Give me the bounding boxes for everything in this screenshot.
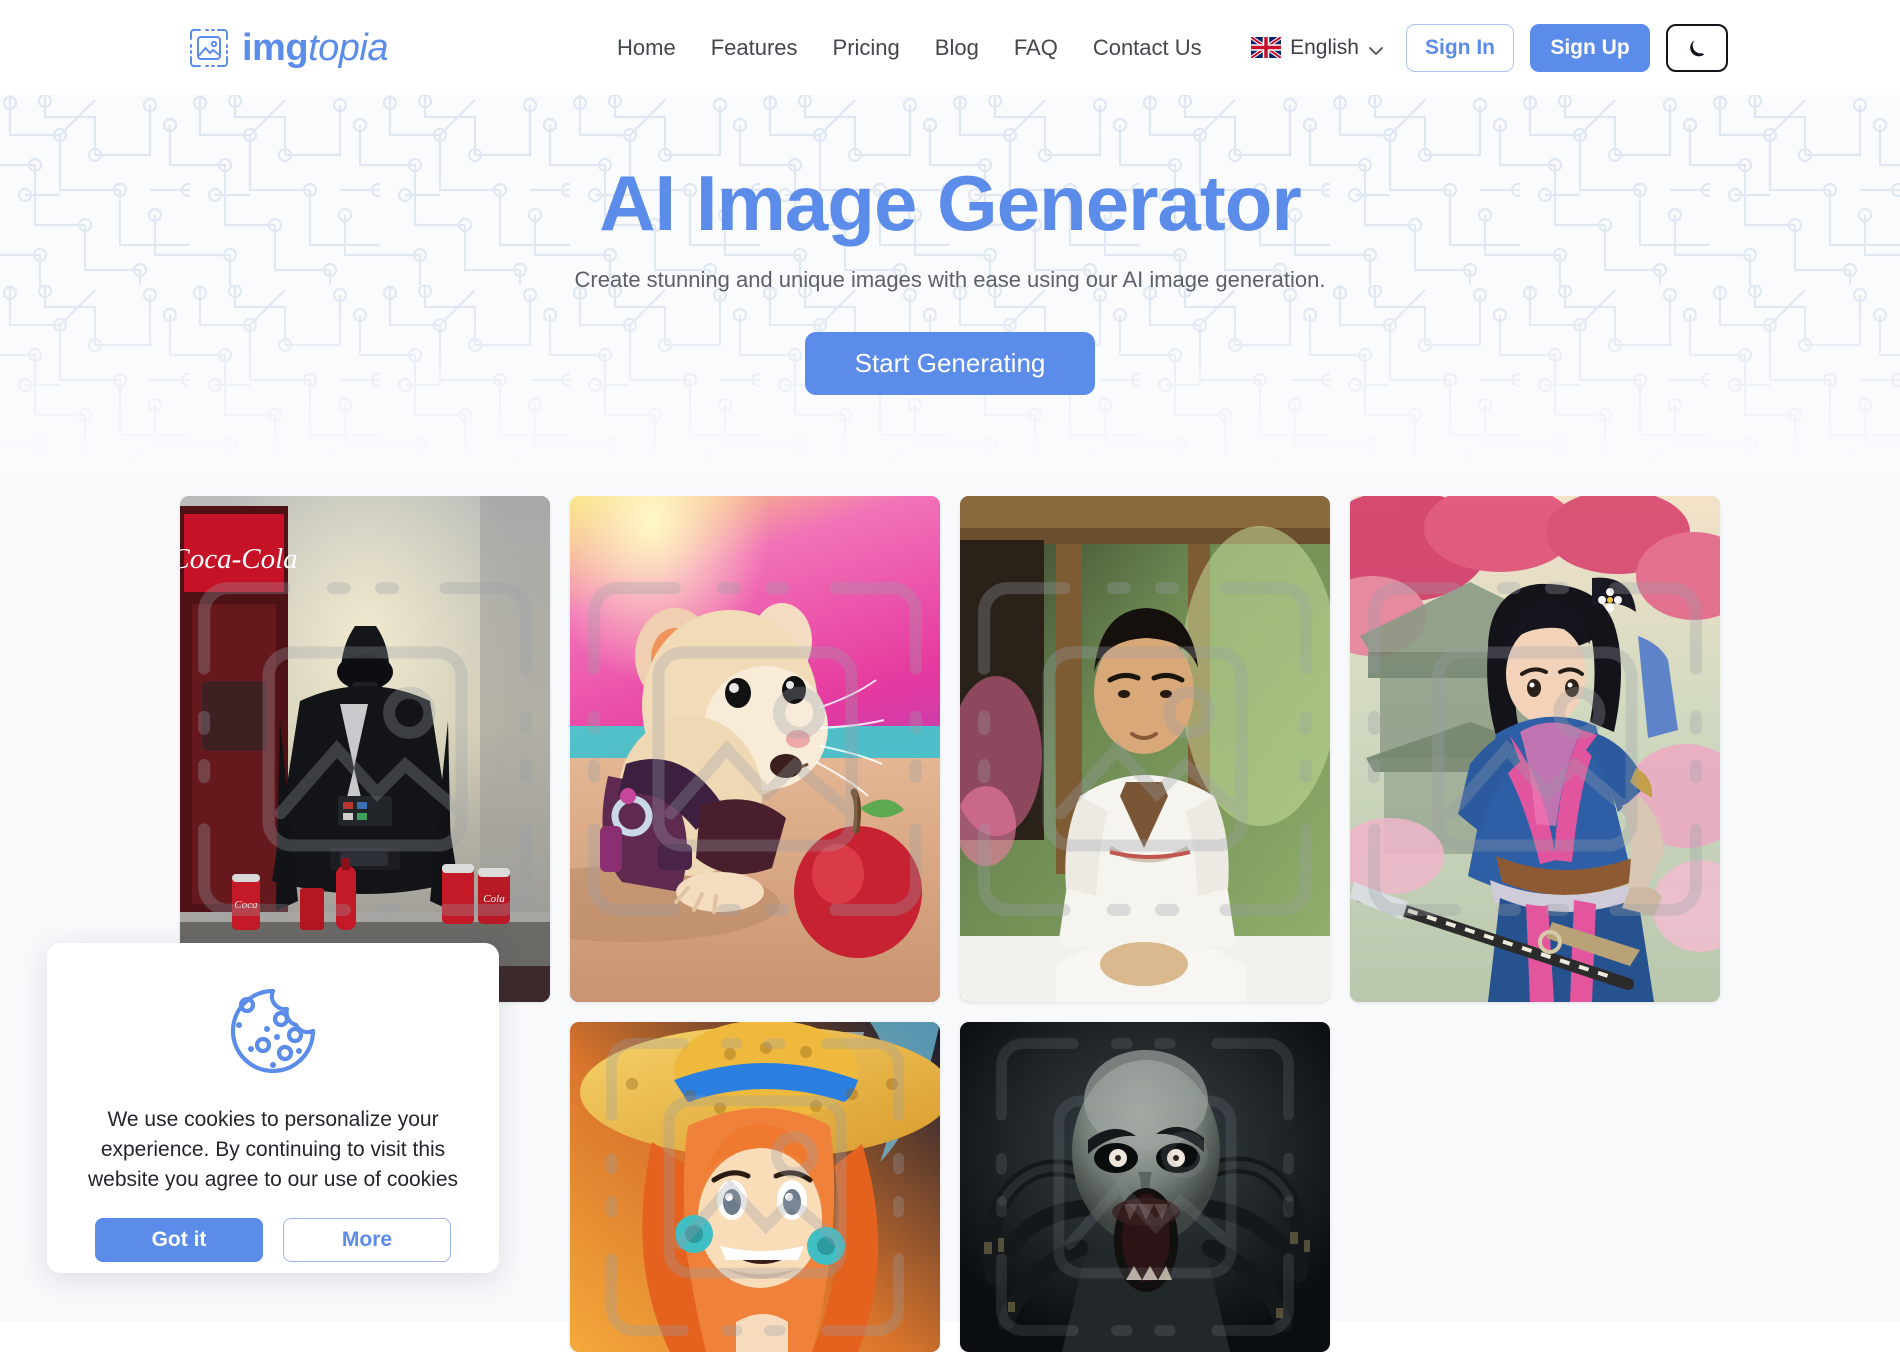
uk-flag-icon (1249, 35, 1283, 60)
language-selector[interactable]: English (1249, 35, 1384, 60)
nav-blog[interactable]: Blog (935, 35, 979, 61)
nav-home[interactable]: Home (617, 35, 676, 61)
cookie-consent-banner: We use cookies to personalize your exper… (47, 943, 499, 1273)
image-frame-icon (188, 27, 230, 69)
hero-section: AI Image Generator Create stunning and u… (0, 95, 1900, 472)
nav-features[interactable]: Features (711, 35, 798, 61)
nav-faq[interactable]: FAQ (1014, 35, 1058, 61)
image-placeholder-watermark (606, 1038, 904, 1336)
logo-text-italic: topia (308, 26, 388, 69)
gallery-image-hamster-apple[interactable] (570, 496, 940, 1002)
gallery-image-horror-creature[interactable] (960, 1022, 1330, 1352)
image-placeholder-watermark (198, 582, 532, 916)
sign-in-button[interactable]: Sign In (1406, 23, 1514, 72)
cookie-accept-button[interactable]: Got it (95, 1218, 263, 1263)
nav-pricing[interactable]: Pricing (833, 35, 900, 61)
cookie-more-button[interactable]: More (283, 1218, 451, 1263)
header-actions: English Sign In Sign Up (1249, 23, 1728, 72)
theme-toggle-button[interactable] (1666, 23, 1728, 72)
gallery-image-darth-vader-cocacola[interactable]: Coca-Cola Coca Cola (180, 496, 550, 1002)
image-placeholder-watermark (1368, 582, 1702, 916)
hero-subtitle: Create stunning and unique images with e… (574, 266, 1326, 292)
image-placeholder-watermark (588, 582, 922, 916)
nav-contact-us[interactable]: Contact Us (1093, 35, 1202, 61)
site-header: imgtopia Home Features Pricing Blog FAQ … (0, 0, 1900, 95)
gallery-image-anime-samurai[interactable] (1350, 496, 1720, 1002)
main-navigation: Home Features Pricing Blog FAQ Contact U… (617, 35, 1202, 61)
logo-text-bold: img (242, 26, 309, 69)
chevron-down-icon (1368, 43, 1384, 55)
logo-text: imgtopia (242, 29, 388, 67)
language-label: English (1290, 35, 1359, 59)
cookie-icon (225, 983, 321, 1079)
image-placeholder-watermark (996, 1038, 1294, 1336)
cookie-message: We use cookies to personalize your exper… (87, 1108, 459, 1191)
moon-icon (1687, 37, 1707, 59)
gallery-image-spa-therapist[interactable] (960, 496, 1330, 1002)
image-placeholder-watermark (978, 582, 1312, 916)
cookie-actions: Got it More (95, 1218, 451, 1263)
logo[interactable]: imgtopia (188, 27, 388, 69)
sign-up-button[interactable]: Sign Up (1530, 23, 1650, 72)
gallery-image-anime-straw-hat-girl[interactable] (570, 1022, 940, 1352)
page-title: AI Image Generator (599, 159, 1302, 247)
start-generating-button[interactable]: Start Generating (805, 331, 1095, 395)
